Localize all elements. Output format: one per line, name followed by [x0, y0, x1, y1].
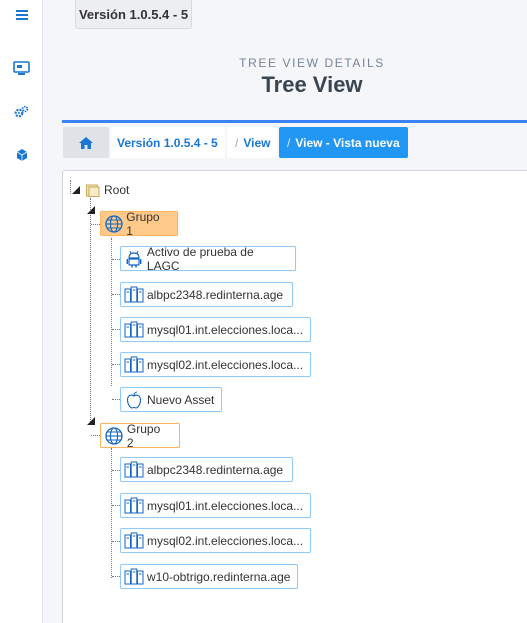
- tree-asset-label: mysql02.int.elecciones.loca...: [147, 357, 304, 372]
- server-icon: [124, 460, 144, 480]
- tree-asset-node[interactable]: mysql02.int.elecciones.loca...: [120, 352, 311, 377]
- collapse-toggle-icon[interactable]: [72, 186, 80, 194]
- tree-asset-label: Nuevo Asset: [147, 392, 215, 407]
- tree-connector: [90, 198, 91, 422]
- tree-group-label: Grupo 2: [126, 421, 161, 450]
- tree-connector: [111, 448, 112, 578]
- collapse-toggle-icon[interactable]: [87, 206, 95, 214]
- breadcrumb-separator: /: [287, 135, 291, 150]
- home-icon: [79, 136, 93, 149]
- tree-connector: [91, 224, 100, 225]
- tree-asset-node[interactable]: mysql01.int.elecciones.loca...: [120, 317, 311, 342]
- globe-icon: [104, 214, 123, 234]
- gears-icon[interactable]: [0, 97, 43, 127]
- tree-asset-label: w10-obtrigo.redinterna.age: [147, 569, 291, 584]
- tree-connector: [112, 294, 120, 295]
- server-icon: [124, 567, 144, 587]
- tree-asset-label: mysql01.int.elecciones.loca...: [147, 498, 304, 513]
- breadcrumb-accent-line: [62, 120, 527, 123]
- tree-connector: [112, 505, 120, 506]
- breadcrumb-version[interactable]: Versión 1.0.5.4 - 5: [111, 127, 225, 158]
- tree-root-label: Root: [104, 183, 130, 197]
- server-icon: [124, 355, 144, 375]
- tree-connector: [112, 364, 120, 365]
- tree-connector: [112, 329, 120, 330]
- version-badge: Versión 1.0.5.4 - 5: [75, 0, 192, 29]
- breadcrumb-view-label: View: [243, 135, 271, 150]
- tree-connector: [70, 180, 71, 194]
- collapse-toggle-icon[interactable]: [87, 417, 95, 425]
- tree-connector: [112, 541, 120, 542]
- tree-asset-node[interactable]: mysql02.int.elecciones.loca...: [120, 528, 311, 553]
- hamburger-menu-icon[interactable]: [0, 0, 43, 30]
- tree-asset-label: mysql01.int.elecciones.loca...: [147, 322, 304, 337]
- page-title: Tree View: [261, 72, 363, 97]
- folder-icon: [86, 184, 100, 197]
- breadcrumb-view[interactable]: / View: [227, 127, 277, 158]
- breadcrumb-separator: /: [235, 135, 239, 150]
- tree-connector: [112, 576, 120, 577]
- monitor-icon[interactable]: [0, 53, 43, 83]
- breadcrumb-home-button[interactable]: [63, 127, 109, 158]
- tree-group-node[interactable]: Grupo 1: [100, 209, 178, 238]
- tree-asset-label: mysql02.int.elecciones.loca...: [147, 533, 304, 548]
- tree-connector: [91, 435, 100, 436]
- tree-asset-node[interactable]: albpc2348.redinterna.age: [120, 457, 293, 482]
- tree-connector: [112, 470, 120, 471]
- tree-group-label: Grupo 1: [126, 209, 160, 238]
- breadcrumb-vista-nueva-label: View - Vista nueva: [295, 135, 400, 150]
- server-icon: [124, 285, 144, 305]
- tree-asset-label: Activo de prueba de LAGC: [146, 244, 254, 273]
- breadcrumb-version-label: Versión 1.0.5.4 - 5: [117, 135, 218, 150]
- tree-asset-node[interactable]: albpc2348.redinterna.age: [120, 282, 293, 307]
- tree-asset-label: albpc2348.redinterna.age: [147, 287, 284, 302]
- sidebar: [0, 0, 43, 623]
- tree-connector: [112, 399, 120, 400]
- android-icon: [124, 249, 144, 269]
- page-subtitle: TREE VIEW DETAILS: [239, 56, 385, 70]
- apple-icon: [124, 390, 144, 410]
- tree-connector: [112, 259, 120, 260]
- server-icon: [124, 531, 144, 551]
- globe-icon: [104, 426, 124, 446]
- tree-asset-node[interactable]: mysql01.int.elecciones.loca...: [120, 493, 311, 518]
- tree-group-node[interactable]: Grupo 2: [100, 421, 180, 450]
- tree-asset-label: albpc2348.redinterna.age: [147, 462, 284, 477]
- server-icon: [124, 320, 144, 340]
- tree-asset-node[interactable]: Nuevo Asset: [120, 387, 222, 412]
- breadcrumb-vista-nueva[interactable]: / View - Vista nueva: [279, 127, 408, 158]
- tree-root[interactable]: Root: [86, 181, 129, 199]
- tree-asset-node[interactable]: Activo de prueba de LAGC: [120, 244, 296, 273]
- server-icon: [124, 496, 144, 516]
- top-bar: Versión 1.0.5.4 - 5: [44, 0, 527, 30]
- cube-icon[interactable]: [0, 140, 43, 170]
- tree-asset-node[interactable]: w10-obtrigo.redinterna.age: [120, 564, 298, 589]
